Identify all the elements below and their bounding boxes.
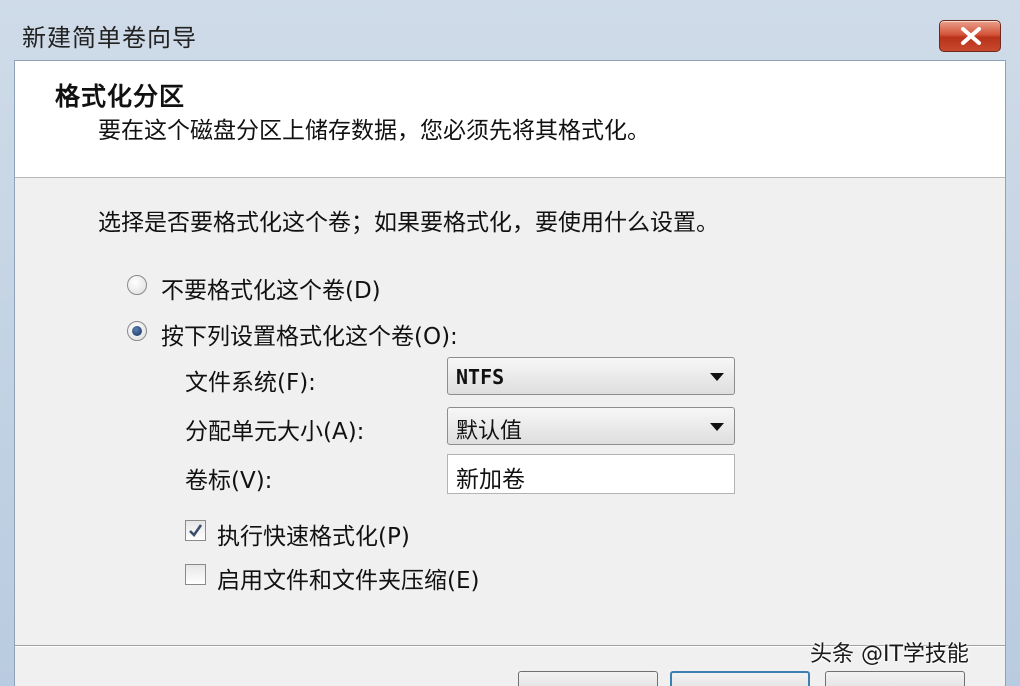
chevron-down-icon — [710, 373, 724, 381]
volume-label-input[interactable]: 新加卷 — [447, 454, 735, 494]
quick-format-checkbox[interactable] — [185, 520, 206, 541]
file-system-value: NTFS — [456, 365, 505, 389]
wizard-header: 格式化分区 要在这个磁盘分区上储存数据，您必须先将其格式化。 — [15, 61, 1005, 178]
checkmark-icon — [189, 524, 203, 538]
no-format-radio[interactable] — [127, 275, 147, 295]
title-bar[interactable]: 新建简单卷向导 — [0, 0, 1020, 60]
format-radio[interactable] — [127, 321, 147, 341]
quick-format-option[interactable]: 执行快速格式化(P) — [185, 517, 485, 550]
watermark-text: 头条 @IT学技能 — [810, 642, 969, 667]
close-button[interactable] — [939, 20, 1001, 52]
no-format-label: 不要格式化这个卷(D) — [161, 278, 381, 304]
cancel-button[interactable] — [825, 671, 965, 686]
wizard-window: 新建简单卷向导 格式化分区 要在这个磁盘分区上储存数据，您必须先将其格式化。 选… — [0, 0, 1020, 686]
page-title: 格式化分区 — [55, 82, 186, 111]
next-button[interactable] — [670, 671, 810, 686]
quick-format-label: 执行快速格式化(P) — [217, 524, 410, 550]
allocation-unit-label: 分配单元大小(A): — [185, 419, 365, 445]
format-prompt: 选择是否要格式化这个卷；如果要格式化，要使用什么设置。 — [98, 210, 719, 236]
wizard-content: 格式化分区 要在这个磁盘分区上储存数据，您必须先将其格式化。 选择是否要格式化这… — [14, 60, 1006, 686]
volume-label-label: 卷标(V): — [185, 468, 273, 494]
compression-checkbox[interactable] — [185, 564, 206, 585]
close-icon — [961, 27, 981, 45]
compression-option[interactable]: 启用文件和文件夹压缩(E) — [185, 561, 525, 594]
back-button[interactable] — [518, 671, 658, 686]
no-format-option[interactable]: 不要格式化这个卷(D) — [127, 271, 527, 304]
file-system-select[interactable]: NTFS — [447, 357, 735, 395]
allocation-unit-select[interactable]: 默认值 — [447, 407, 735, 445]
allocation-unit-value: 默认值 — [456, 419, 523, 444]
window-title: 新建简单卷向导 — [22, 24, 197, 52]
format-label: 按下列设置格式化这个卷(O): — [161, 324, 458, 350]
file-system-label: 文件系统(F): — [185, 370, 316, 396]
chevron-down-icon — [710, 423, 724, 431]
format-option[interactable]: 按下列设置格式化这个卷(O): — [127, 317, 647, 350]
page-subtitle: 要在这个磁盘分区上储存数据，您必须先将其格式化。 — [98, 118, 650, 144]
volume-label-value: 新加卷 — [456, 467, 525, 493]
compression-label: 启用文件和文件夹压缩(E) — [217, 568, 480, 594]
